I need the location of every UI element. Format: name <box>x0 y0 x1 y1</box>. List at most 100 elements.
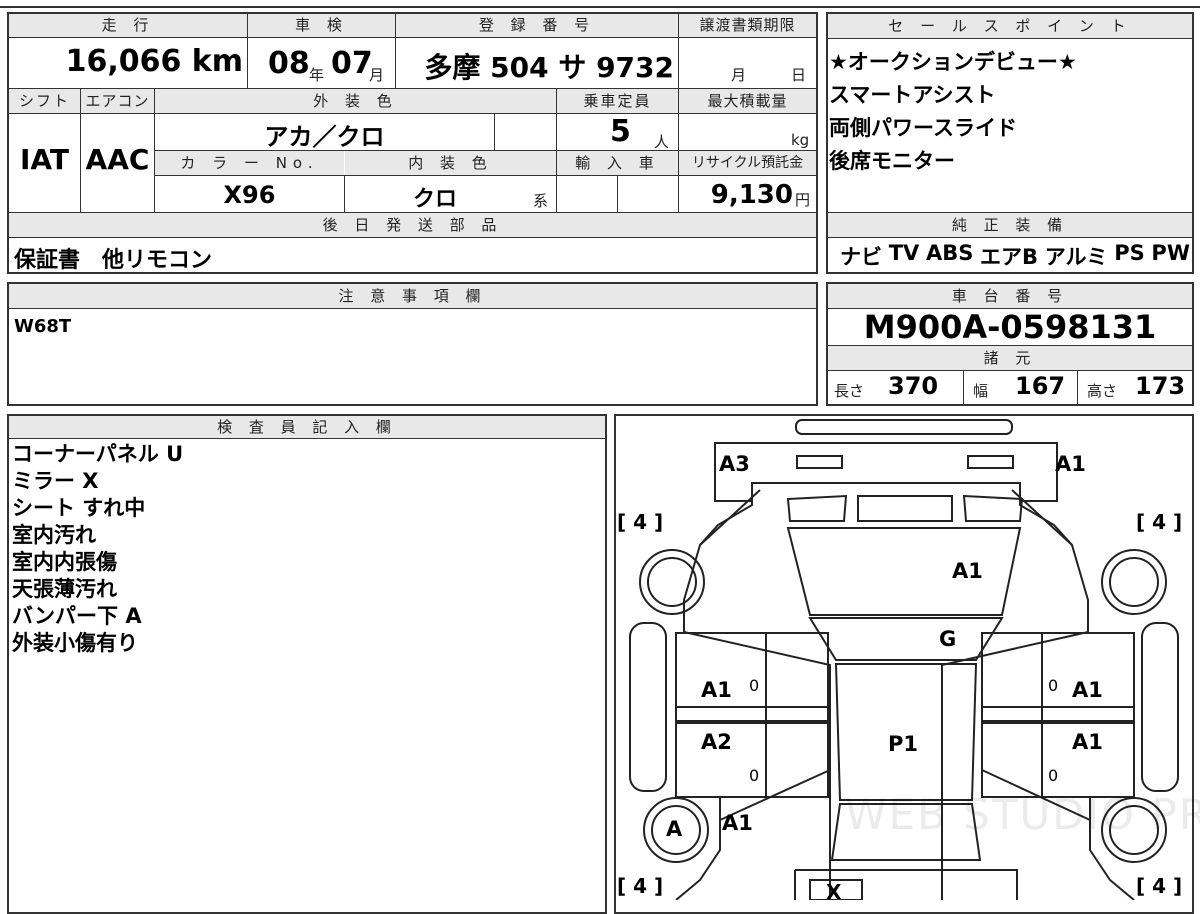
watermark: WEB STUDIO PRO <box>845 790 1200 839</box>
notes-header: 注 意 事 項 欄 <box>9 284 816 308</box>
damage-rear: X <box>826 880 842 904</box>
top-clipped-strip <box>0 0 1200 8</box>
rule <box>963 370 964 406</box>
rule <box>7 438 607 439</box>
grille-slot <box>786 494 848 522</box>
wheel-front-right <box>1101 549 1167 615</box>
front-bumper <box>795 419 1013 435</box>
sales-point-item: スマートアシスト <box>829 83 996 107</box>
interior-color-value: クロ <box>412 187 457 212</box>
left-side-panel <box>629 622 667 792</box>
color-no-value: X96 <box>223 181 276 209</box>
damage-front-right: A1 <box>1055 452 1086 476</box>
rule <box>494 113 495 151</box>
right-side-panel <box>1141 622 1179 792</box>
shaken-month: 07 <box>331 46 373 81</box>
rule <box>826 237 1194 238</box>
chassis-header: 車 台 番 号 <box>828 284 1192 308</box>
grille-slot <box>962 494 1024 522</box>
max-load-header: 最大積載量 <box>679 89 816 113</box>
later-parts-value: 保証書 他リモコン <box>14 248 213 273</box>
max-load-unit: kg <box>791 131 810 149</box>
mileage-header: 走 行 <box>9 14 247 37</box>
width-label: 幅 <box>973 382 989 400</box>
interior-color-unit: 系 <box>533 192 549 210</box>
mileage-value: 16,066 km <box>65 44 243 79</box>
registration-header: 登 録 番 号 <box>396 14 678 37</box>
hood-panel <box>786 527 1022 616</box>
equipment-item: PW <box>1151 241 1190 265</box>
equipment-item: ナビ <box>840 245 882 269</box>
equipment-item: TV <box>888 241 920 265</box>
door-handle-mark: 0 <box>749 676 760 695</box>
capacity-header: 乗車定員 <box>557 89 678 113</box>
height-value: 173 <box>1135 372 1186 400</box>
damage-left-front-door: A1 <box>701 678 732 702</box>
interior-color-header: 内 装 色 <box>345 151 556 175</box>
genuine-equipment-list: ナビ TV ABS エアB アルミ PS PW <box>840 241 1190 271</box>
front-panel <box>714 442 1058 502</box>
door-handle-mark: 0 <box>749 766 760 785</box>
wheel-front-left <box>639 549 705 615</box>
transfer-day-unit: 日 <box>791 66 807 84</box>
rule <box>7 308 818 309</box>
sales-point-item: 後席モニター <box>829 149 955 173</box>
damage-right-rear-door: A1 <box>1072 730 1103 754</box>
notes-value: W68T <box>14 316 72 337</box>
chassis-number: M900A-0598131 <box>863 308 1157 346</box>
inspector-line: 室内内張傷 <box>12 550 117 574</box>
ac-value: AAC <box>85 143 150 176</box>
front-lamp-left <box>796 455 843 469</box>
inspector-line: 天張薄汚れ <box>12 577 117 601</box>
tire-front-right-label: [ 4 ] <box>1136 510 1183 534</box>
damage-hood: A1 <box>952 559 983 583</box>
door-handle-mark: 0 <box>1048 766 1059 785</box>
transfer-deadline-header: 譲渡書類期限 <box>679 14 816 37</box>
equipment-item: アルミ <box>1044 245 1108 269</box>
shift-value: IAT <box>19 143 69 176</box>
damage-right-front-door: A1 <box>1072 678 1103 702</box>
sales-point-item: 両側パワースライド <box>829 116 1017 140</box>
sales-points-header: セ ー ル ス ポ イ ン ト <box>828 14 1192 38</box>
equipment-item: エアB <box>980 245 1039 269</box>
wheel-front-right-inner <box>1109 557 1159 607</box>
shaken-month-unit: 月 <box>369 66 385 84</box>
inspector-line: コーナーパネル U <box>12 442 184 466</box>
exterior-color-header: 外 装 色 <box>155 89 556 113</box>
windshield <box>808 617 1004 661</box>
capacity-unit: 人 <box>654 133 670 151</box>
exterior-color-value: アカ／クロ <box>264 123 385 151</box>
damage-windshield: G <box>939 627 957 651</box>
sales-points-list: ★オークションデビュー★ スマートアシスト 両側パワースライド 後席モニター <box>829 46 1077 178</box>
genuine-equipment-header: 純 正 装 備 <box>828 213 1192 237</box>
registration-value: 多摩 504 サ 9732 <box>424 51 674 84</box>
shaken-header: 車 検 <box>248 14 395 37</box>
rule <box>617 175 618 213</box>
door-handle-mark: 0 <box>1048 676 1059 695</box>
rule <box>826 38 1194 39</box>
tire-front-left-label: [ 4 ] <box>617 510 664 534</box>
recycle-header: リサイクル預託金 <box>679 151 816 175</box>
right-rear-door <box>981 722 1135 798</box>
sales-point-item: ★オークションデビュー★ <box>829 50 1077 74</box>
tire-rear-right-label: [ 4 ] <box>1136 874 1183 898</box>
rule <box>7 37 818 38</box>
inspector-line: ミラー X <box>12 469 99 493</box>
inspector-notes: コーナーパネル U ミラー X シート すれ中 室内汚れ 室内内張傷 天張薄汚れ… <box>12 441 183 657</box>
inspector-line: バンパー下 A <box>12 604 142 628</box>
rule <box>7 113 818 114</box>
inspector-header: 検 査 員 記 入 欄 <box>9 416 605 438</box>
damage-front-left: A3 <box>719 452 750 476</box>
equipment-item: PS <box>1114 241 1145 265</box>
rule <box>154 175 818 176</box>
transfer-month-unit: 月 <box>731 66 747 84</box>
front-lamp-right <box>967 455 1014 469</box>
specs-header: 諸 元 <box>828 346 1192 370</box>
later-parts-header: 後 日 発 送 部 品 <box>9 213 816 237</box>
rule <box>1077 370 1078 406</box>
grille-slot <box>857 495 953 522</box>
shaken-year: 08 <box>268 46 310 81</box>
damage-roof: P1 <box>888 732 919 756</box>
capacity-value: 5 <box>610 114 631 149</box>
length-value: 370 <box>888 372 939 400</box>
